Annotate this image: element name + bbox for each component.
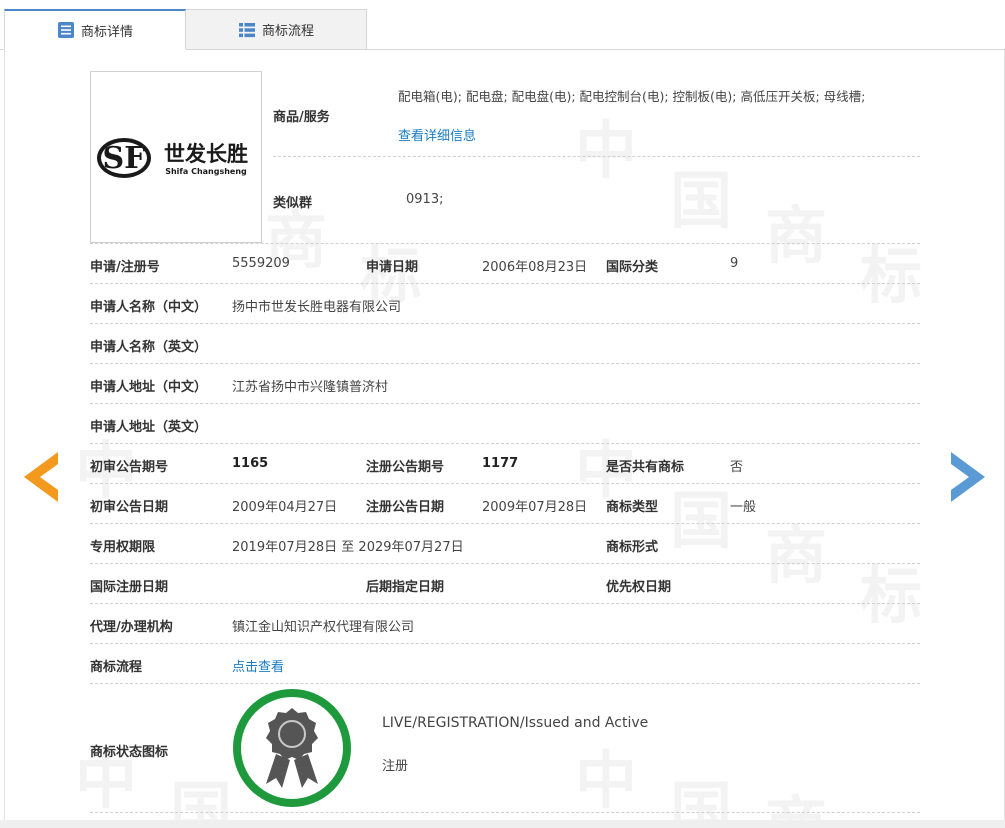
divider bbox=[90, 403, 920, 404]
trademark-type-value: 一般 bbox=[730, 500, 757, 515]
status-icon-label: 商标状态图标 bbox=[90, 745, 169, 760]
agent-label: 代理/办理机构 bbox=[90, 620, 173, 635]
prelim-date-label: 初审公告日期 bbox=[90, 500, 169, 515]
later-date-label: 后期指定日期 bbox=[366, 580, 445, 595]
logo-mark: SF bbox=[102, 141, 145, 176]
applicant-en-label: 申请人名称（英文） bbox=[90, 340, 208, 355]
shared-label: 是否共有商标 bbox=[606, 460, 685, 475]
similar-group-value: 0913; bbox=[406, 192, 444, 207]
trademark-logo: SF 世发长胜 Shifa Changsheng bbox=[96, 138, 248, 178]
address-en-label: 申请人地址（英文） bbox=[90, 420, 208, 435]
divider bbox=[90, 323, 920, 324]
chevron-right-icon[interactable] bbox=[951, 452, 985, 502]
agent-value: 镇江金山知识产权代理有限公司 bbox=[232, 620, 415, 635]
address-cn-value: 江苏省扬中市兴隆镇普济村 bbox=[232, 380, 389, 395]
address-cn-label: 申请人地址（中文） bbox=[90, 380, 208, 395]
divider bbox=[90, 523, 920, 524]
reg-no-value: 5559209 bbox=[232, 256, 290, 271]
divider bbox=[90, 643, 920, 644]
reg-date-value: 2009年07月28日 bbox=[482, 500, 588, 515]
trademark-form-label: 商标形式 bbox=[606, 540, 659, 555]
divider bbox=[90, 603, 920, 604]
registered-badge-icon bbox=[233, 689, 351, 807]
prelim-issue-value: 1165 bbox=[232, 456, 269, 471]
intl-class-value: 9 bbox=[730, 256, 739, 271]
goods-value: 配电箱(电); 配电盘; 配电盘(电); 配电控制台(电); 控制板(电); 高… bbox=[398, 89, 866, 104]
tab-trademark-details[interactable]: 商标详情 bbox=[4, 9, 186, 50]
term-value: 2019年07月28日 至 2029年07月27日 bbox=[232, 540, 464, 555]
reg-issue-value: 1177 bbox=[482, 456, 519, 471]
logo-chinese: 世发长胜 bbox=[164, 142, 248, 166]
divider bbox=[90, 363, 920, 364]
apply-date-value: 2006年08月23日 bbox=[482, 260, 588, 275]
status-cn-value: 注册 bbox=[382, 759, 409, 774]
reg-date-label: 注册公告日期 bbox=[366, 500, 445, 515]
bottom-bar bbox=[0, 820, 1005, 828]
apply-date-label: 申请日期 bbox=[366, 260, 419, 275]
process-label: 商标流程 bbox=[90, 660, 143, 675]
goods-label: 商品/服务 bbox=[273, 110, 330, 125]
divider bbox=[90, 443, 920, 444]
logo-english: Shifa Changsheng bbox=[165, 167, 247, 176]
trademark-type-label: 商标类型 bbox=[606, 500, 659, 515]
tab-label: 商标详情 bbox=[80, 24, 133, 40]
intl-reg-date-label: 国际注册日期 bbox=[90, 580, 169, 595]
status-en-value: LIVE/REGISTRATION/Issued and Active bbox=[382, 715, 649, 731]
reg-issue-label: 注册公告期号 bbox=[366, 460, 445, 475]
applicant-cn-label: 申请人名称（中文） bbox=[90, 300, 208, 315]
view-process-link[interactable]: 点击查看 bbox=[232, 656, 284, 675]
divider bbox=[90, 812, 920, 813]
trademark-image: SF 世发长胜 Shifa Changsheng bbox=[90, 71, 262, 243]
view-details-link[interactable]: 查看详细信息 bbox=[398, 125, 476, 144]
chevron-left-icon[interactable] bbox=[24, 452, 58, 502]
tab-trademark-process[interactable]: 商标流程 bbox=[186, 9, 367, 50]
divider bbox=[90, 483, 920, 484]
applicant-cn-value: 扬中市世发长胜电器有限公司 bbox=[232, 300, 402, 315]
tab-bar: 商标详情 商标流程 bbox=[0, 0, 1005, 50]
prelim-issue-label: 初审公告期号 bbox=[90, 460, 169, 475]
divider bbox=[90, 563, 920, 564]
divider bbox=[90, 683, 920, 684]
divider bbox=[90, 243, 920, 244]
term-label: 专用权期限 bbox=[90, 540, 156, 555]
shared-value: 否 bbox=[730, 460, 744, 475]
divider bbox=[273, 156, 920, 157]
grid-list-icon bbox=[238, 22, 255, 37]
reg-no-label: 申请/注册号 bbox=[90, 260, 160, 275]
tab-label: 商标流程 bbox=[261, 24, 314, 39]
list-icon bbox=[57, 22, 74, 38]
divider bbox=[90, 283, 920, 284]
similar-group-label: 类似群 bbox=[273, 196, 313, 211]
priority-date-label: 优先权日期 bbox=[606, 580, 672, 595]
intl-class-label: 国际分类 bbox=[606, 260, 659, 275]
prelim-date-value: 2009年04月27日 bbox=[232, 500, 338, 515]
